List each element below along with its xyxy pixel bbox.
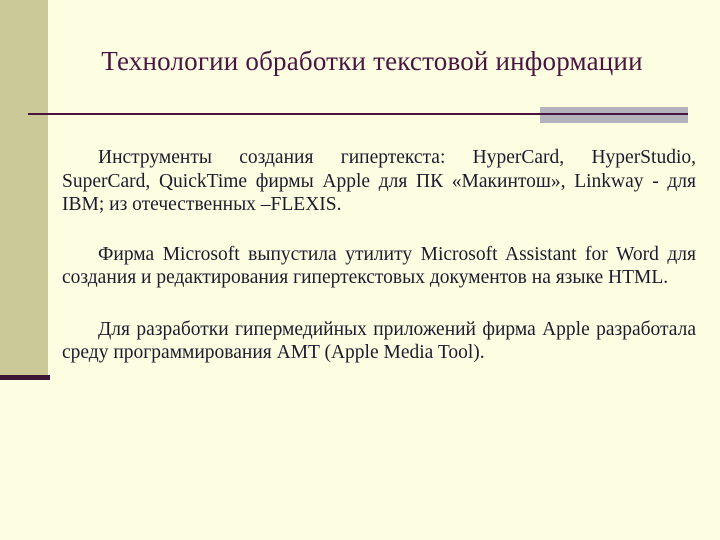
sidebar-decorative-band bbox=[0, 0, 48, 378]
slide-canvas: Технологии обработки текстовой информаци… bbox=[0, 0, 720, 540]
body-paragraph: Инструменты создания гипертекста: HyperC… bbox=[62, 147, 696, 215]
body-paragraph: Фирма Microsoft выпустила утилиту Micros… bbox=[62, 243, 696, 289]
title-divider-line bbox=[28, 113, 688, 115]
body-paragraph: Для разработки гипермедийных приложений … bbox=[62, 318, 696, 364]
slide-title: Технологии обработки текстовой информаци… bbox=[101, 46, 643, 76]
title-divider-block bbox=[540, 107, 688, 123]
sidebar-accent-rule bbox=[0, 375, 50, 380]
slide-body: Инструменты создания гипертекста: HyperC… bbox=[62, 146, 696, 365]
